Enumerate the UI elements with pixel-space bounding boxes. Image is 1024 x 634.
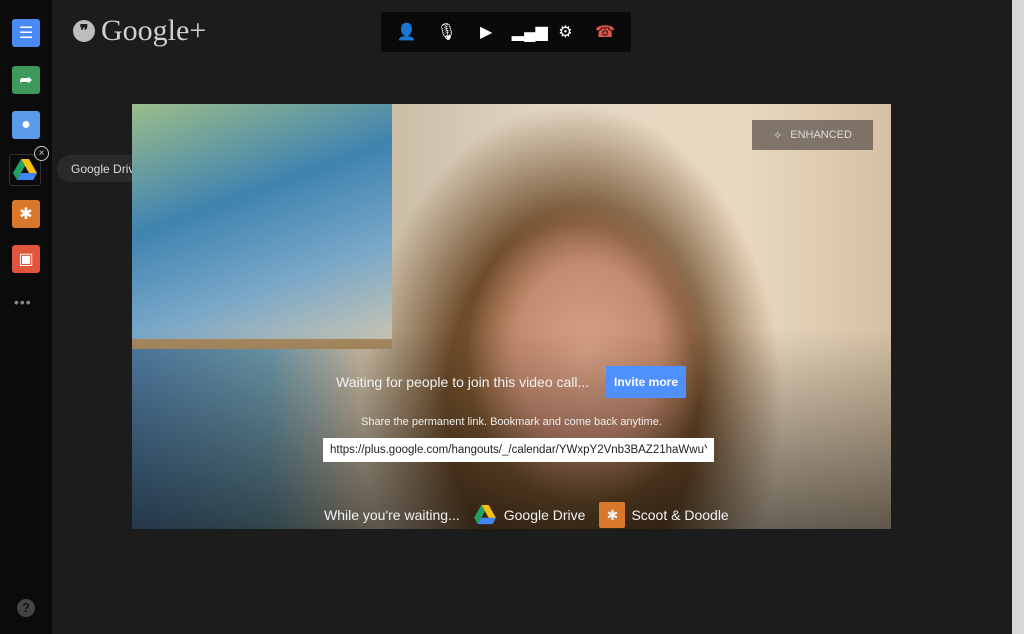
toolbox-icon[interactable]: ▣ (12, 245, 40, 273)
app-sidebar: ☰ ➦ ● × ✱ ▣ ••• ? (0, 0, 52, 634)
while-waiting-text: While you're waiting... (324, 507, 460, 523)
share-text: Share the permanent link. Bookmark and c… (361, 416, 662, 428)
invite-more-button[interactable]: Invite more (606, 366, 686, 398)
scoot-doodle-icon[interactable]: ✱ (12, 200, 40, 228)
call-toolbar: 👤 🎙 ▶ ▂▄▆ ⚙ ☎ (381, 12, 631, 52)
enhanced-label: ENHANCED (790, 129, 852, 141)
mic-muted-icon[interactable]: 🎙 (432, 22, 460, 42)
camera-icon[interactable]: ● (12, 111, 40, 139)
hang-up-icon[interactable]: ☎ (591, 22, 619, 42)
signal-icon[interactable]: ▂▄▆ (512, 22, 548, 42)
remove-app-icon[interactable]: × (34, 146, 49, 161)
more-apps-button[interactable]: ••• (14, 294, 32, 310)
help-button[interactable]: ? (17, 599, 35, 617)
scoot-doodle-label: Scoot & Doodle (631, 507, 729, 523)
settings-icon[interactable]: ⚙ (551, 22, 579, 42)
add-person-icon[interactable]: 👤 (393, 22, 421, 42)
screenshare-icon[interactable]: ➦ (12, 66, 40, 94)
hangouts-icon: ❞ (73, 20, 95, 42)
camera-off-icon[interactable]: ▶ (472, 22, 500, 42)
video-feed: ✧ ENHANCED Waiting for people to join th… (132, 104, 891, 529)
chat-icon[interactable]: ☰ (12, 19, 40, 47)
google-plus-logo: ❞ Google+ (73, 14, 206, 48)
enhanced-button[interactable]: ✧ ENHANCED (752, 120, 873, 150)
background-painting (132, 104, 392, 349)
scoot-doodle-suggestion[interactable]: ✱ Scoot & Doodle (599, 502, 729, 528)
google-drive-suggestion[interactable]: Google Drive (473, 505, 586, 525)
logo-text: Google+ (101, 14, 207, 47)
video-shade (132, 329, 891, 529)
scrollbar[interactable] (1012, 0, 1024, 634)
scoot-doodle-icon: ✱ (599, 502, 626, 528)
magic-wand-icon: ✧ (773, 129, 783, 142)
google-drive-label: Google Drive (503, 507, 586, 523)
google-drive-icon (473, 505, 496, 525)
waiting-text: Waiting for people to join this video ca… (336, 374, 590, 390)
while-waiting-row: While you're waiting... Google Drive ✱ S… (324, 502, 729, 528)
permanent-link-input[interactable] (323, 438, 714, 462)
